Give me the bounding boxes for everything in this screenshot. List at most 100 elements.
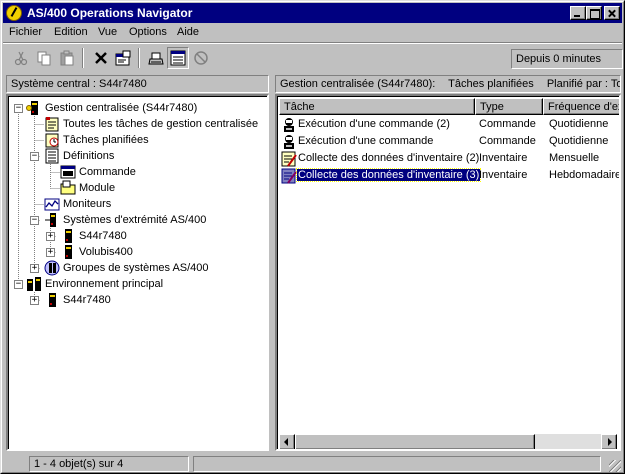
menu-aide[interactable]: Aide: [177, 26, 199, 38]
minimize-button[interactable]: [570, 6, 586, 20]
scroll-left-button[interactable]: [279, 434, 295, 449]
window-title: AS/400 Operations Navigator: [27, 6, 193, 20]
menu-vue[interactable]: Vue: [98, 26, 117, 38]
tree-item-module[interactable]: Module: [60, 180, 115, 196]
stop-icon: [194, 51, 208, 65]
command-icon: [60, 165, 76, 179]
tree-item-label: S44r7480: [79, 230, 127, 242]
tree-item-definitions[interactable]: Définitions: [44, 148, 114, 164]
run-command-icon: [284, 135, 294, 149]
menu-bar: Fichier Edition Vue Options Aide: [3, 24, 622, 42]
tree-item-environment[interactable]: Environnement principal: [26, 276, 163, 292]
inventory-icon: [281, 168, 297, 184]
tree-item-label: Groupes de systèmes AS/400: [63, 262, 209, 274]
central-management-icon: [26, 101, 38, 115]
tree-item-endpoint-systems[interactable]: Systèmes d'extrémité AS/400: [44, 212, 206, 228]
delete-button[interactable]: [90, 47, 112, 69]
definitions-icon: [45, 148, 59, 164]
paste-icon: [60, 50, 74, 66]
column-header-frequence[interactable]: Fréquence d'ex: [543, 98, 619, 115]
toolbar-separator: [82, 48, 84, 68]
view-button[interactable]: [167, 47, 189, 69]
tree-item-commande[interactable]: Commande: [60, 164, 136, 180]
scheduled-tasks-icon: [45, 133, 59, 148]
collapse-toggle[interactable]: −: [14, 104, 23, 113]
folder-icon: [60, 180, 76, 195]
expand-toggle[interactable]: +: [46, 248, 55, 257]
list-item[interactable]: Exécution d'une commande Commande Quotid…: [279, 133, 619, 150]
navigation-tree[interactable]: − Gestion centralisée (S44r7480) Toutes …: [6, 94, 269, 451]
environment-icon: [27, 277, 41, 291]
status-bar: 1 - 4 objet(s) sur 4: [3, 455, 622, 473]
print-button[interactable]: [145, 47, 167, 69]
tree-item-label: Environnement principal: [45, 278, 164, 290]
tree-item-volubis400[interactable]: Volubis400: [60, 244, 133, 260]
collapse-toggle[interactable]: −: [14, 280, 23, 289]
menu-edition[interactable]: Edition: [54, 26, 88, 38]
stop-button[interactable]: [190, 47, 212, 69]
menu-fichier[interactable]: Fichier: [9, 26, 42, 38]
main-window: AS/400 Operations Navigator Fichier Edit…: [0, 0, 625, 474]
task-type: Commande: [479, 135, 536, 147]
tree-item-all-tasks[interactable]: Toutes les tâches de gestion centralisée: [44, 116, 258, 132]
cut-button[interactable]: [10, 47, 32, 69]
copy-button[interactable]: [33, 47, 55, 69]
close-button[interactable]: [604, 6, 620, 20]
operations-navigator-icon[interactable]: [6, 5, 22, 21]
title-bar[interactable]: AS/400 Operations Navigator: [3, 3, 622, 23]
properties-button[interactable]: [112, 47, 134, 69]
expand-toggle[interactable]: +: [30, 296, 39, 305]
tree-item-label: Commande: [79, 166, 136, 178]
list-item-selected[interactable]: Collecte des données d'inventaire (3) In…: [279, 167, 619, 184]
tree-item-label: Moniteurs: [63, 198, 112, 210]
tree-item-label: Gestion centralisée (S44r7480): [45, 102, 198, 114]
tree-item-label: Tâches planifiées: [63, 134, 149, 146]
tree-item-s44r7480[interactable]: S44r7480: [60, 228, 127, 244]
delete-icon: [95, 52, 107, 64]
task-type: Inventaire: [479, 169, 528, 181]
object-count: 1 - 4 objet(s) sur 4: [29, 456, 189, 472]
column-header-tache[interactable]: Tâche: [279, 98, 475, 115]
tree-item-label: Systèmes d'extrémité AS/400: [63, 214, 207, 226]
view-icon: [170, 50, 186, 66]
collapse-toggle[interactable]: −: [30, 216, 39, 225]
tree-item-s44r7480-env[interactable]: S44r7480: [44, 292, 111, 308]
system-groups-icon: [44, 260, 60, 276]
task-frequency: Quotidienne: [549, 135, 609, 147]
horizontal-scrollbar[interactable]: [279, 434, 617, 449]
toolbar: Depuis 0 minutes: [3, 45, 623, 73]
task-type: Commande: [479, 118, 536, 130]
list-item[interactable]: Exécution d'une commande (2) Commande Qu…: [279, 116, 619, 133]
tree-item-moniteurs[interactable]: Moniteurs: [44, 196, 111, 212]
scroll-right-button[interactable]: [601, 434, 617, 449]
tree-item-scheduled-tasks[interactable]: Tâches planifiées: [44, 132, 149, 148]
tree-item-system-groups[interactable]: Groupes de systèmes AS/400: [44, 260, 209, 276]
header-view: Tâches planifiées: [448, 78, 534, 90]
print-icon: [148, 52, 164, 65]
resize-grip[interactable]: [609, 460, 621, 472]
tree-item-gestion-centralisee[interactable]: Gestion centralisée (S44r7480): [26, 100, 197, 116]
task-frequency: Quotidienne: [549, 118, 609, 130]
endpoint-systems-icon: [45, 213, 56, 227]
expand-toggle[interactable]: +: [46, 232, 55, 241]
maximize-button[interactable]: [586, 6, 602, 20]
menu-separator: [3, 42, 622, 44]
server-icon: [49, 293, 56, 307]
expand-toggle[interactable]: +: [30, 264, 39, 273]
menu-options[interactable]: Options: [129, 26, 167, 38]
task-name: Collecte des données d'inventaire (2): [298, 152, 480, 164]
paste-button[interactable]: [56, 47, 78, 69]
tree-item-label: S44r7480: [63, 294, 111, 306]
header-context: Gestion centralisée (S44r7480):: [280, 78, 436, 90]
toolbar-separator: [138, 48, 140, 68]
properties-icon: [115, 50, 131, 66]
column-header-type[interactable]: Type: [475, 98, 543, 115]
server-icon: [65, 229, 72, 243]
run-command-icon: [284, 118, 294, 132]
scroll-thumb[interactable]: [295, 434, 535, 449]
task-list[interactable]: Tâche Type Fréquence d'ex Exécution d'un…: [275, 94, 621, 451]
copy-icon: [37, 51, 51, 66]
task-frequency: Mensuelle: [549, 152, 600, 164]
collapse-toggle[interactable]: −: [30, 152, 39, 161]
list-item[interactable]: Collecte des données d'inventaire (2) In…: [279, 150, 619, 167]
